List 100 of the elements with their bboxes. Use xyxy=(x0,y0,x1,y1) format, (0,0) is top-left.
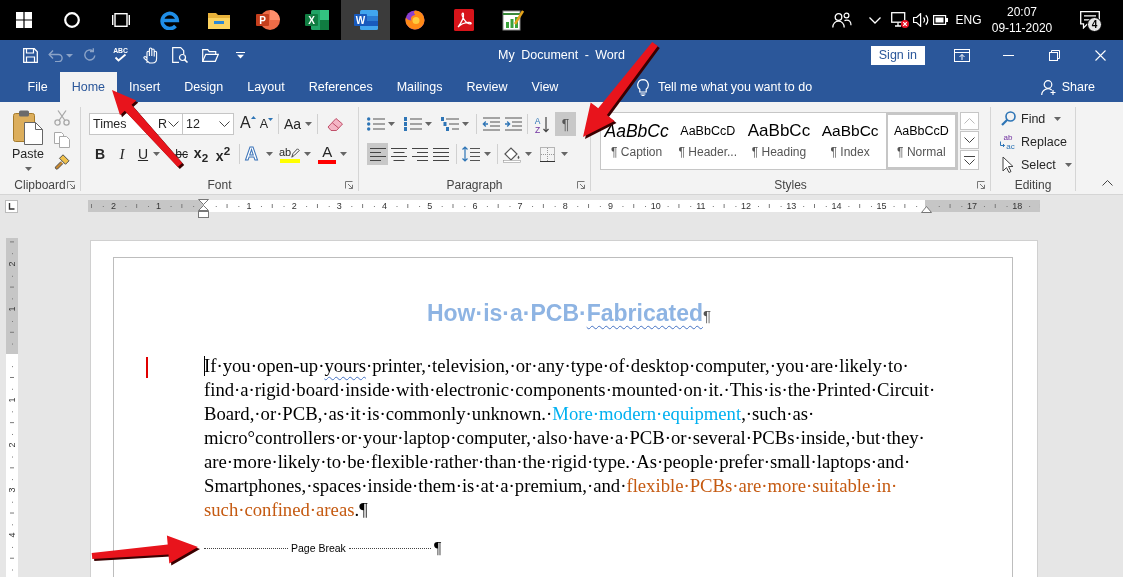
caret-icon[interactable] xyxy=(340,152,348,156)
caret-icon[interactable] xyxy=(1054,116,1062,121)
caret-icon[interactable] xyxy=(484,152,491,156)
strikethrough-button[interactable]: bc xyxy=(165,143,190,165)
dialog-launcher-icon[interactable] xyxy=(577,181,585,189)
save-icon[interactable] xyxy=(22,47,38,63)
scroll-down-button[interactable] xyxy=(960,131,979,149)
chart-notepad-icon[interactable] xyxy=(501,9,524,31)
style-item[interactable]: AaBbCc ¶ Index xyxy=(814,113,886,169)
borders-icon[interactable] xyxy=(540,146,555,162)
swirl-tile-icon[interactable] xyxy=(453,9,474,31)
font-size-combo[interactable]: 12 xyxy=(182,113,234,135)
ribbon-tab[interactable]: Design xyxy=(172,72,235,102)
ribbon-tab[interactable]: Mailings xyxy=(385,72,454,102)
indent-marker-icon[interactable] xyxy=(198,199,210,218)
ribbon-tab[interactable]: File xyxy=(16,72,60,102)
subscript-button[interactable]: x$_{2}$ xyxy=(190,143,212,165)
increase-indent-icon[interactable] xyxy=(504,117,522,131)
underline-button[interactable]: U xyxy=(133,143,165,165)
caret-icon[interactable] xyxy=(1064,162,1072,167)
shrink-font-button[interactable]: A xyxy=(259,113,273,135)
globe-logo-icon[interactable] xyxy=(404,10,425,30)
ruler-number: 2 xyxy=(291,201,297,211)
message-icon[interactable] xyxy=(1080,11,1100,29)
caret-icon[interactable] xyxy=(425,122,432,126)
chevron-down-icon[interactable] xyxy=(219,121,230,127)
paintbrush-icon[interactable] xyxy=(54,154,70,170)
ring-icon[interactable] xyxy=(63,12,80,28)
style-item[interactable]: AaBbCcD ¶ Header... xyxy=(672,113,744,169)
ribbon-tab[interactable]: References xyxy=(297,72,385,102)
caret-icon[interactable] xyxy=(24,167,32,171)
ribbon-display-icon[interactable] xyxy=(954,48,970,62)
restore-icon[interactable] xyxy=(1048,49,1060,61)
right-indent-marker-icon[interactable] xyxy=(921,206,933,213)
network-icon[interactable] xyxy=(891,12,909,28)
folder-icon[interactable] xyxy=(201,48,219,62)
style-item[interactable]: AaBbCc ¶ Caption xyxy=(601,113,673,169)
hand-icon[interactable] xyxy=(142,46,158,64)
caret-icon[interactable] xyxy=(305,122,313,126)
style-item[interactable]: AaBbCcD ¶ Normal xyxy=(885,113,957,169)
dialog-launcher-icon[interactable] xyxy=(977,181,985,189)
task-view-icon[interactable] xyxy=(111,12,130,28)
change-case-button[interactable]: Aa xyxy=(284,116,313,132)
chevron-down-icon[interactable] xyxy=(168,121,179,127)
collapse-ribbon-icon[interactable] xyxy=(1102,180,1113,186)
show-formatting-button[interactable]: ¶ xyxy=(555,112,576,136)
folder-icon[interactable] xyxy=(207,11,230,29)
people-icon[interactable] xyxy=(832,12,852,28)
chevron-icon[interactable] xyxy=(868,16,881,24)
dialog-launcher-icon[interactable] xyxy=(67,181,75,189)
italic-button[interactable]: I xyxy=(111,143,133,165)
ribbon-tab[interactable]: Layout xyxy=(235,72,297,102)
caret-icon[interactable] xyxy=(304,152,312,156)
paragraph-mark: ¶ xyxy=(433,539,442,557)
ribbon-tab[interactable]: Review xyxy=(455,72,519,102)
sign-in-button[interactable]: Sign in xyxy=(870,45,925,65)
group-label: Font xyxy=(207,178,232,192)
bold-button[interactable]: B xyxy=(89,143,111,165)
paste-button[interactable]: Paste xyxy=(7,110,49,177)
caret-icon[interactable] xyxy=(266,152,273,156)
bullet-list-icon[interactable] xyxy=(367,117,385,131)
ribbon-tab[interactable]: Insert xyxy=(117,72,172,102)
line-spacing-icon[interactable] xyxy=(462,146,480,162)
windows-logo-icon[interactable] xyxy=(15,12,32,28)
caret-icon[interactable] xyxy=(462,122,469,126)
caret-icon[interactable] xyxy=(388,122,395,126)
tell-me-search[interactable]: Tell me what you want to do xyxy=(657,80,813,94)
ruler-number: 1 xyxy=(7,306,17,312)
decrease-indent-icon[interactable] xyxy=(482,117,500,131)
customize-caret-icon[interactable] xyxy=(235,51,245,59)
swirl-logo-icon[interactable] xyxy=(159,10,180,30)
dialog-launcher-icon[interactable] xyxy=(345,181,353,189)
print-preview-icon[interactable] xyxy=(172,47,188,63)
select-button[interactable]: Select xyxy=(1000,153,1075,176)
more-styles-button[interactable] xyxy=(960,150,979,170)
caret-icon[interactable] xyxy=(561,152,568,156)
paint-bucket-icon[interactable] xyxy=(503,145,521,163)
style-item[interactable]: AaBbCc ¶ Heading xyxy=(743,113,815,169)
language-indicator[interactable]: ENG xyxy=(948,13,989,27)
tab-stop-selector-icon[interactable] xyxy=(5,200,18,213)
battery-icon[interactable] xyxy=(932,15,948,25)
caret-icon[interactable] xyxy=(525,152,532,156)
superscript-button[interactable]: x$^{2}$ xyxy=(212,143,234,165)
eraser-icon[interactable] xyxy=(327,116,346,132)
multilevel-list-icon[interactable] xyxy=(441,117,459,131)
caret-icon[interactable] xyxy=(153,152,161,156)
font-color-button[interactable]: A xyxy=(318,144,348,164)
clock[interactable]: 20:07 09-11-2020 xyxy=(989,4,1055,36)
ribbon-tab[interactable]: Home xyxy=(60,72,117,102)
taskbar-button[interactable]: W xyxy=(341,0,390,40)
close-icon[interactable] xyxy=(1094,49,1106,61)
highlight-button[interactable]: ab xyxy=(279,145,312,163)
grow-font-button[interactable]: A xyxy=(240,113,256,135)
align-left-button[interactable] xyxy=(367,143,388,165)
minimize-icon[interactable] xyxy=(1002,54,1014,56)
ribbon-tab[interactable]: View xyxy=(520,72,570,102)
speaker-icon[interactable] xyxy=(913,13,930,27)
find-button[interactable]: Find xyxy=(1000,107,1075,130)
numbered-list-icon[interactable] xyxy=(404,117,422,131)
share-button[interactable]: Share xyxy=(1040,72,1095,102)
